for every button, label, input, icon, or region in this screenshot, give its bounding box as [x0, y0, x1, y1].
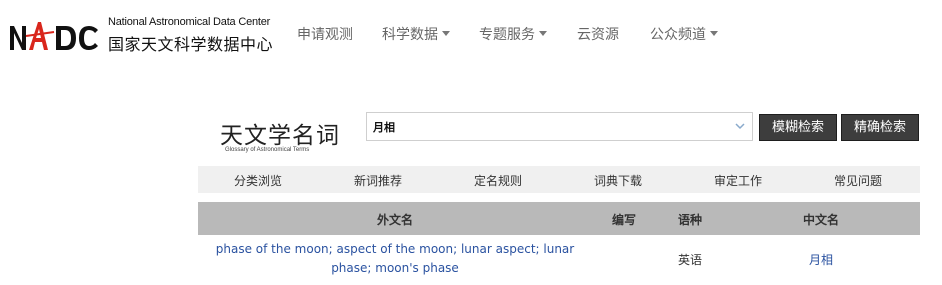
nav-science-data[interactable]: 科学数据	[382, 24, 450, 44]
foreign-terms-line: phase; moon's phase	[331, 261, 459, 275]
header-language: 语种	[677, 213, 703, 227]
header-foreign-name: 外文名	[376, 213, 414, 227]
language-cell: 英语	[677, 253, 703, 267]
nav-label: 专题服务	[479, 27, 535, 43]
nav-label: 科学数据	[382, 27, 438, 43]
caret-down-icon	[710, 31, 718, 36]
nav-label: 公众频道	[650, 27, 706, 43]
header-abbr: 编写	[611, 213, 637, 227]
chinese-name-link[interactable]: 月相	[809, 251, 833, 268]
subnav-review-work[interactable]: 审定工作	[714, 172, 762, 189]
glossary-subnav: 分类浏览 新词推荐 定名规则 词典下载 审定工作 常见问题	[198, 166, 920, 193]
fuzzy-search-button[interactable]: 模糊检索	[759, 114, 837, 141]
search-input[interactable]	[373, 117, 723, 137]
foreign-terms-link[interactable]: phase of the moon; aspect of the moon; l…	[208, 240, 582, 278]
nav-apply-observation[interactable]: 申请观测	[297, 24, 353, 44]
results-table-header: 外文名 编写 语种 中文名	[198, 202, 920, 235]
caret-down-icon	[442, 31, 450, 36]
nadc-logo-icon	[10, 22, 98, 50]
site-logo[interactable]: National Astronomical Data Center 国家天文科学…	[8, 14, 274, 60]
subnav-new-terms[interactable]: 新词推荐	[354, 172, 402, 189]
header-chinese-name: 中文名	[802, 213, 840, 227]
caret-down-icon	[539, 31, 547, 36]
glossary-subtitle: Glossary of Astronomical Terms	[225, 147, 310, 153]
search-box[interactable]	[366, 112, 753, 141]
subnav-browse-categories[interactable]: 分类浏览	[234, 172, 282, 189]
logo-name-en: National Astronomical Data Center	[108, 16, 271, 28]
table-row: phase of the moon; aspect of the moon; l…	[198, 240, 920, 280]
nav-label: 云资源	[577, 27, 619, 43]
glossary-title: 天文学名词	[220, 123, 340, 149]
nav-label: 申请观测	[297, 27, 353, 43]
exact-search-button[interactable]: 精确检索	[841, 114, 919, 141]
foreign-terms-line: phase of the moon; aspect of the moon; l…	[215, 242, 575, 256]
nav-special-services[interactable]: 专题服务	[479, 24, 547, 44]
nav-public-channel[interactable]: 公众频道	[650, 24, 718, 44]
chevron-down-icon[interactable]	[734, 119, 746, 133]
subnav-naming-rules[interactable]: 定名规则	[474, 172, 522, 189]
nav-cloud-resources[interactable]: 云资源	[577, 24, 619, 44]
subnav-dictionary-download[interactable]: 词典下载	[594, 172, 642, 189]
logo-name-cn: 国家天文科学数据中心	[108, 35, 274, 54]
subnav-faq[interactable]: 常见问题	[834, 172, 882, 189]
